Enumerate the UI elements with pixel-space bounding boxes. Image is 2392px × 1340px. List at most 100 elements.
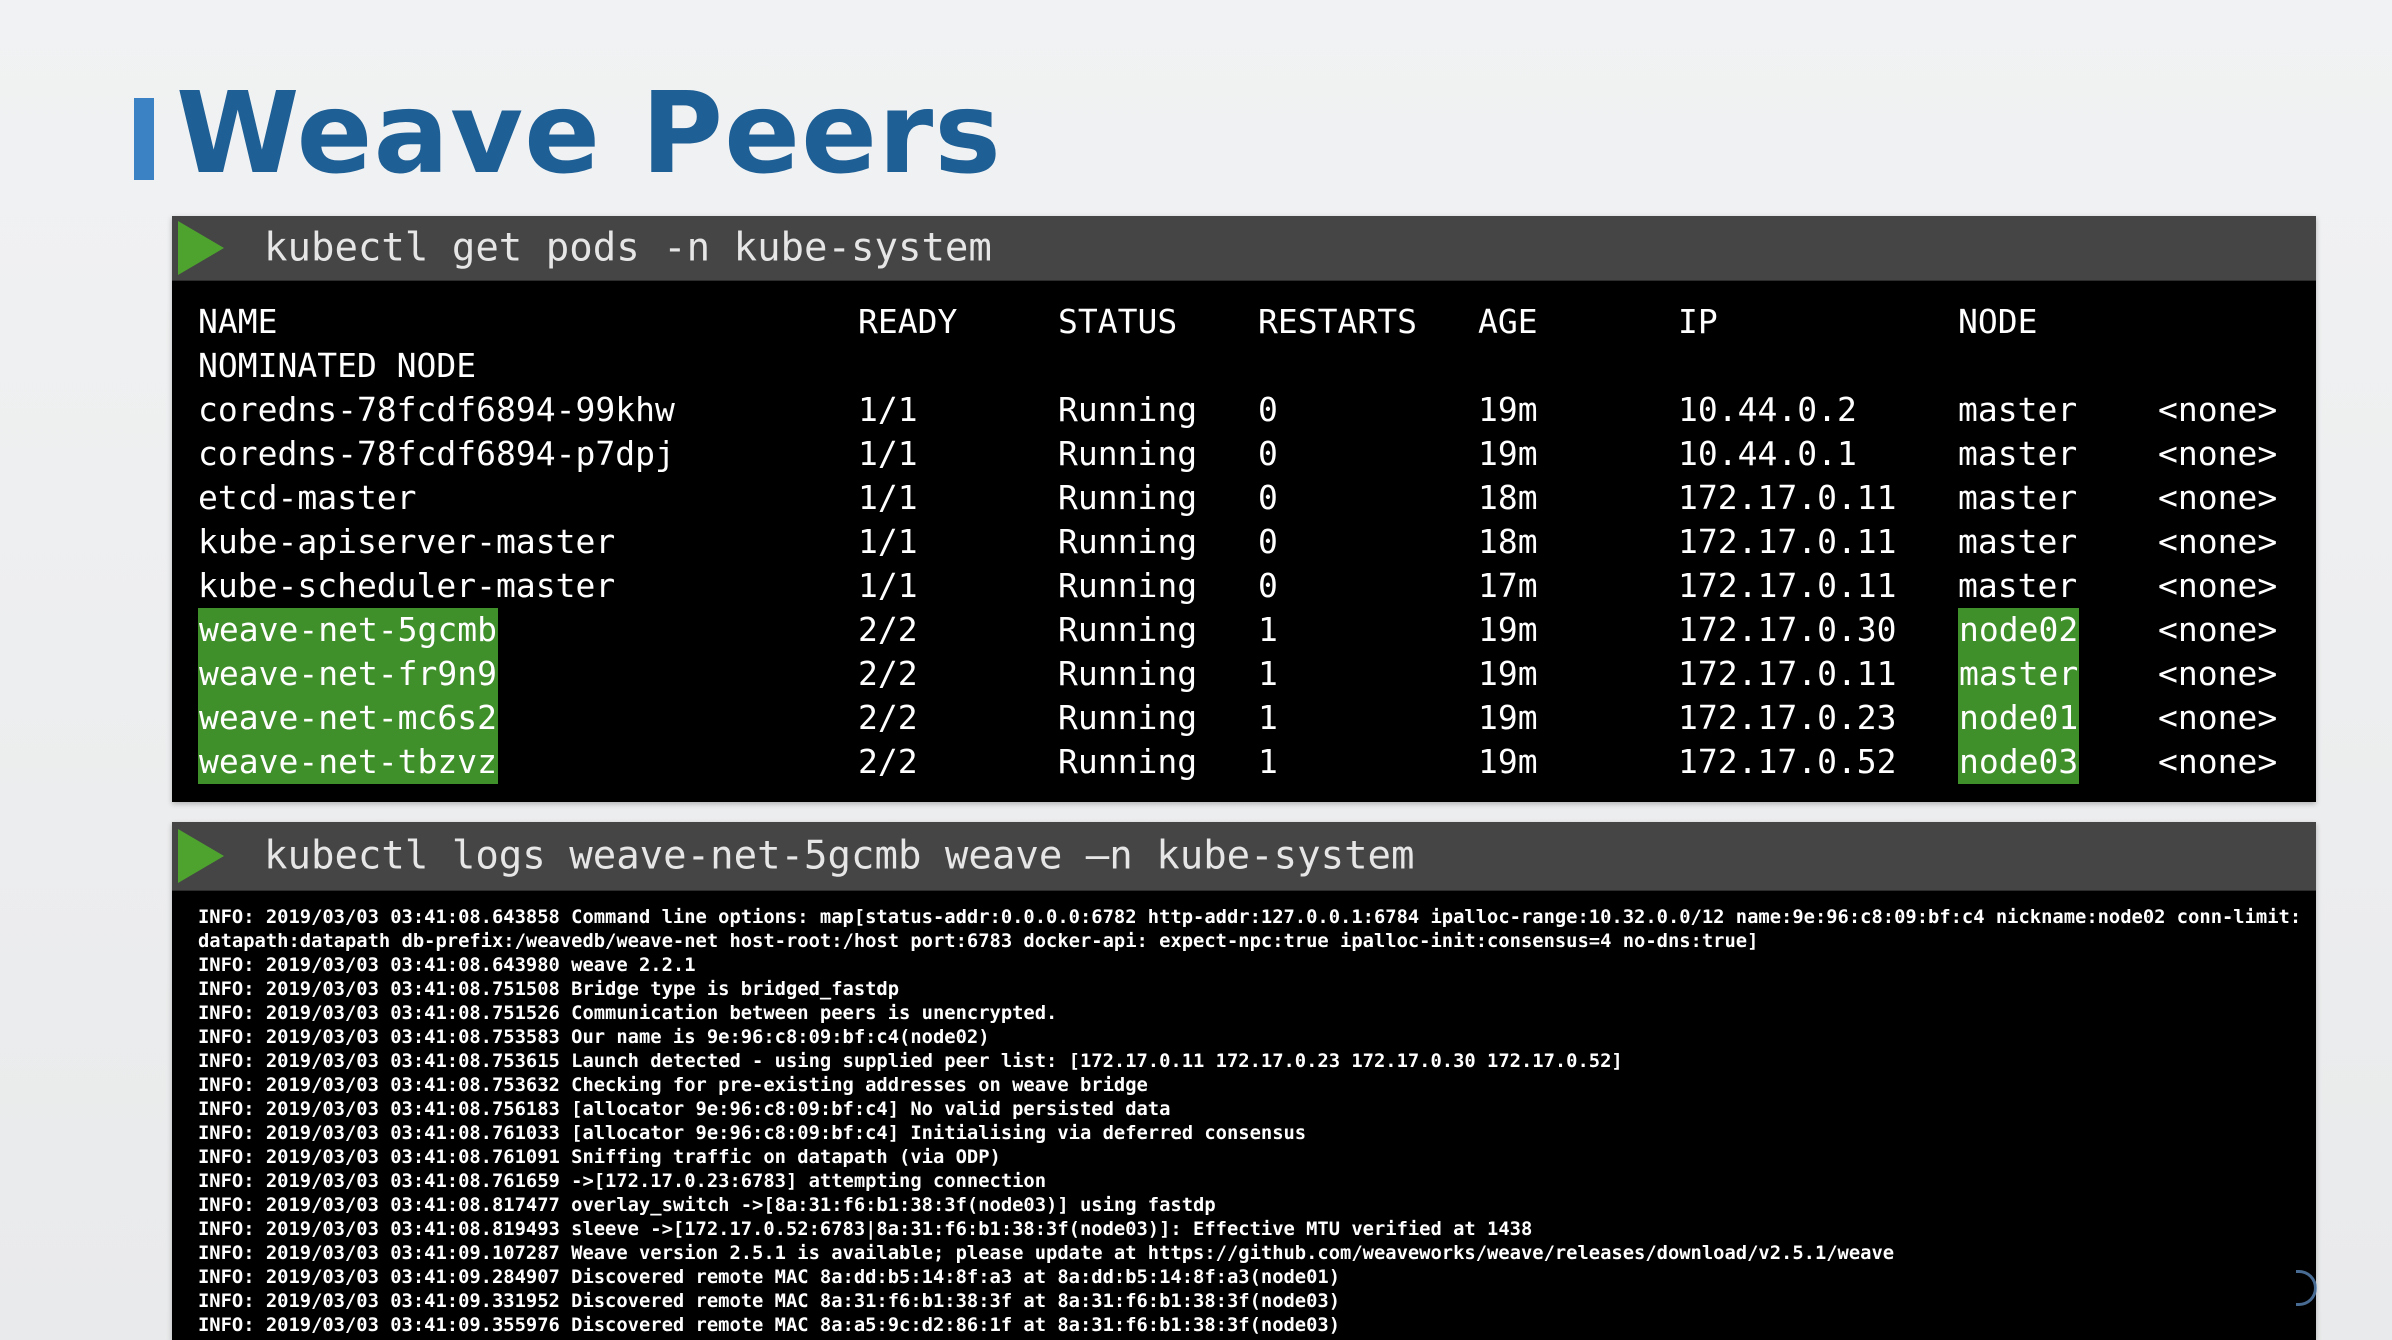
pod-status: Running (1058, 742, 1198, 781)
pod-age: 18m (1478, 478, 1538, 517)
pod-age: 19m (1478, 434, 1538, 473)
title-accent-bar (134, 98, 154, 180)
pod-name: kube-scheduler-master (198, 566, 616, 605)
play-icon (178, 829, 224, 883)
log-line: INFO: 2019/03/03 03:41:08.819493 sleeve … (198, 1219, 1533, 1240)
log-line: INFO: 2019/03/03 03:41:08.643980 weave 2… (198, 955, 696, 976)
command-bar: kubectl get pods -n kube-system (172, 216, 2316, 281)
pod-restarts: 0 (1258, 390, 1278, 429)
column-header-ip: IP (1678, 302, 1718, 341)
pod-ip: 172.17.0.11 (1678, 478, 1897, 517)
pod-node: node02 (1958, 608, 2080, 652)
pod-nominated-node: <none> (2158, 698, 2278, 737)
pod-ready: 2/2 (858, 742, 918, 781)
pod-row: kube-apiserver-master 1/1 Running 0 18m 172.1… (172, 520, 2316, 564)
pod-ip: 172.17.0.11 (1678, 566, 1897, 605)
pod-nominated-node: <none> (2158, 478, 2278, 517)
command-text: kubectl get pods -n kube-system (264, 225, 992, 271)
log-line: INFO: 2019/03/03 03:41:08.753615 Launch … (198, 1051, 1623, 1072)
pod-ready: 1/1 (858, 390, 918, 429)
log-line: INFO: 2019/03/03 03:41:09.107287 Weave v… (198, 1243, 1895, 1264)
log-line: INFO: 2019/03/03 03:41:09.284907 Discove… (198, 1267, 1341, 1288)
pod-restarts: 1 (1258, 698, 1278, 737)
log-line: INFO: 2019/03/03 03:41:09.331952 Discove… (198, 1291, 1341, 1312)
pod-row: kube-scheduler-master 1/1 Running 0 17m 172.1… (172, 564, 2316, 608)
page-title: Weave Peers (176, 69, 1002, 199)
pod-nominated-node: <none> (2158, 522, 2278, 561)
pod-age: 19m (1478, 654, 1538, 693)
pod-ip: 10.44.0.2 (1678, 390, 1857, 429)
column-header-status: STATUS (1058, 302, 1178, 341)
pod-nominated-node: <none> (2158, 390, 2278, 429)
column-header-nominated-node: NOMINATED NODE (198, 346, 477, 385)
column-header-name: NAME (198, 302, 278, 341)
pod-node: master (1958, 566, 2078, 605)
pod-restarts: 1 (1258, 742, 1278, 781)
pod-age: 19m (1478, 610, 1538, 649)
pod-status: Running (1058, 698, 1198, 737)
pod-restarts: 1 (1258, 654, 1278, 693)
pod-ready: 1/1 (858, 434, 918, 473)
pod-restarts: 1 (1258, 610, 1278, 649)
pod-status: Running (1058, 434, 1198, 473)
pods-header-row: NAME READY STATUS RESTARTS AGE IP NODE (172, 300, 2316, 344)
command-bar: kubectl logs weave-net-5gcmb weave –n ku… (172, 822, 2316, 891)
pod-ready: 2/2 (858, 698, 918, 737)
pod-restarts: 0 (1258, 566, 1278, 605)
pod-age: 18m (1478, 522, 1538, 561)
column-header-node: NODE (1958, 302, 2038, 341)
pod-node: master (1958, 522, 2078, 561)
pod-status: Running (1058, 522, 1198, 561)
log-line: INFO: 2019/03/03 03:41:09.355976 Discove… (198, 1315, 1341, 1336)
pod-row: coredns-78fcdf6894-99khw 1/1 Running 0 19m 10… (172, 388, 2316, 432)
pod-row: weave-net-fr9n9 2/2 Running 1 19m 172.17.0.11… (172, 652, 2316, 696)
pods-header-wrap-row: NOMINATED NODE (172, 344, 2316, 388)
column-header-ready: READY (858, 302, 958, 341)
pods-terminal-panel: kubectl get pods -n kube-system NAME REA… (172, 216, 2316, 802)
pod-ready: 1/1 (858, 478, 918, 517)
pod-name: etcd-master (198, 478, 417, 517)
log-line: INFO: 2019/03/03 03:41:08.751526 Communi… (198, 1003, 1058, 1024)
pod-age: 19m (1478, 698, 1538, 737)
pod-ready: 2/2 (858, 654, 918, 693)
pod-node: master (1958, 478, 2078, 517)
log-line: INFO: 2019/03/03 03:41:08.756183 [alloca… (198, 1099, 1171, 1120)
log-output: INFO: 2019/03/03 03:41:08.643858 Command… (198, 906, 2298, 1338)
pod-restarts: 0 (1258, 522, 1278, 561)
pod-row: weave-net-tbzvz 2/2 Running 1 19m 172.17.0.52… (172, 740, 2316, 784)
pods-table: NAME READY STATUS RESTARTS AGE IP NODE N… (172, 300, 2316, 784)
pod-node: master (1958, 434, 2078, 473)
log-line: INFO: 2019/03/03 03:41:08.643858 Command… (198, 907, 2298, 928)
pod-ip: 172.17.0.23 (1678, 698, 1897, 737)
pod-ready: 2/2 (858, 610, 918, 649)
pod-row: etcd-master 1/1 Running 0 18m 172.17.0.11 mast… (172, 476, 2316, 520)
log-line: INFO: 2019/03/03 03:41:08.817477 overlay… (198, 1195, 1216, 1216)
pod-name: weave-net-fr9n9 (198, 652, 499, 696)
pod-ip: 172.17.0.11 (1678, 654, 1897, 693)
pod-nominated-node: <none> (2158, 566, 2278, 605)
pod-row: coredns-78fcdf6894-p7dpj 1/1 Running 0 19m 10… (172, 432, 2316, 476)
pod-age: 19m (1478, 742, 1538, 781)
logs-terminal-panel: kubectl logs weave-net-5gcmb weave –n ku… (172, 822, 2316, 1340)
log-line: INFO: 2019/03/03 03:41:08.751508 Bridge … (198, 979, 900, 1000)
pod-name: kube-apiserver-master (198, 522, 616, 561)
pod-restarts: 0 (1258, 434, 1278, 473)
pod-status: Running (1058, 654, 1198, 693)
pod-ip: 172.17.0.30 (1678, 610, 1897, 649)
pod-ip: 10.44.0.1 (1678, 434, 1857, 473)
pod-row: weave-net-5gcmb 2/2 Running 1 19m 172.17.0.30… (172, 608, 2316, 652)
pod-restarts: 0 (1258, 478, 1278, 517)
log-line: INFO: 2019/03/03 03:41:08.761091 Sniffin… (198, 1147, 1001, 1168)
pod-name: weave-net-5gcmb (198, 608, 499, 652)
command-text: kubectl logs weave-net-5gcmb weave –n ku… (264, 833, 1415, 879)
pod-node: master (1958, 390, 2078, 429)
pod-ip: 172.17.0.11 (1678, 522, 1897, 561)
log-line: INFO: 2019/03/03 03:41:08.753583 Our nam… (198, 1027, 990, 1048)
pod-ready: 1/1 (858, 522, 918, 561)
pod-nominated-node: <none> (2158, 742, 2278, 781)
pod-status: Running (1058, 566, 1198, 605)
pod-name: coredns-78fcdf6894-p7dpj (198, 434, 675, 473)
play-icon (178, 221, 224, 275)
pod-status: Running (1058, 610, 1198, 649)
log-line: INFO: 2019/03/03 03:41:08.761659 ->[172.… (198, 1171, 1047, 1192)
